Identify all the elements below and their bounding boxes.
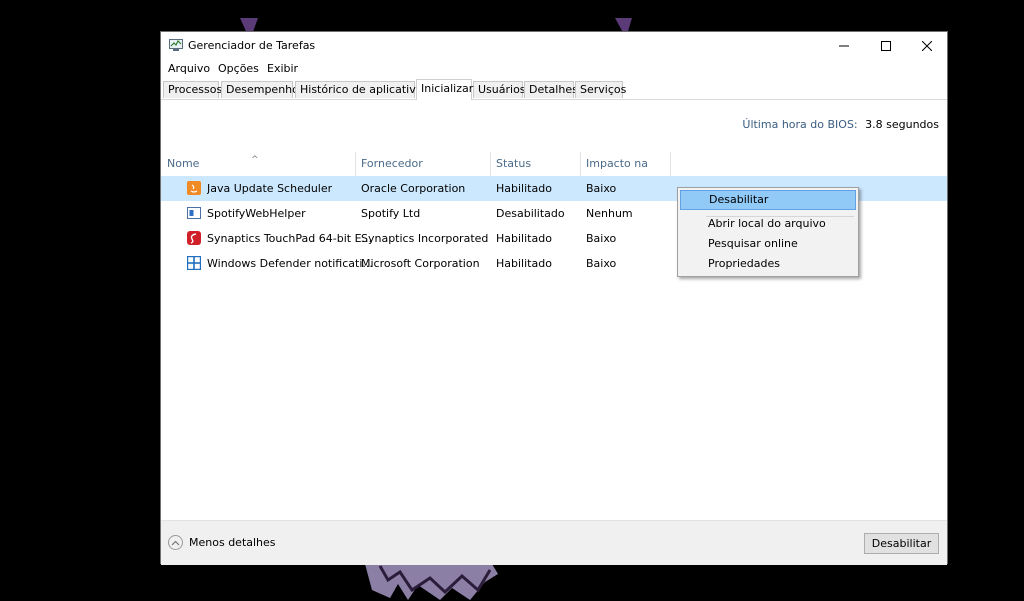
row-status: Habilitado — [496, 257, 552, 270]
java-icon — [187, 181, 201, 195]
row-impact: Baixo — [586, 182, 617, 195]
menu-bar: Arquivo Opções Exibir — [161, 60, 947, 78]
footer-bar: Menos detalhes Desabilitar — [161, 520, 947, 565]
row-name: Synaptics TouchPad 64-bit E... — [207, 232, 373, 245]
context-menu-open-location[interactable]: Abrir local do arquivo — [680, 214, 856, 234]
row-status: Habilitado — [496, 182, 552, 195]
tab-processos[interactable]: Processos — [163, 81, 222, 98]
context-menu-properties[interactable]: Propriedades — [680, 254, 856, 274]
fewer-details-label: Menos detalhes — [189, 536, 276, 549]
windows-defender-icon — [187, 256, 201, 270]
column-nome[interactable]: ^ Nome — [161, 150, 355, 176]
column-status-label: Status — [496, 157, 532, 170]
task-manager-window: Gerenciador de Tarefas Arquivo Opções Ex… — [160, 31, 948, 565]
row-name: SpotifyWebHelper — [207, 207, 306, 220]
context-menu-search-online[interactable]: Pesquisar online — [680, 234, 856, 254]
maximize-icon — [881, 41, 891, 51]
window-title: Gerenciador de Tarefas — [188, 39, 316, 52]
minimize-icon — [839, 45, 849, 47]
row-publisher: Oracle Corporation — [361, 182, 466, 195]
chevron-up-icon — [168, 535, 183, 550]
column-fornecedor[interactable]: Fornecedor — [355, 150, 490, 176]
close-button[interactable] — [906, 32, 948, 60]
close-icon — [922, 41, 932, 51]
column-impacto[interactable]: Impacto na ini... — [580, 150, 670, 198]
column-nome-label: Nome — [167, 157, 200, 170]
tab-usuarios[interactable]: Usuários — [473, 81, 526, 98]
menu-exibir[interactable]: Exibir — [267, 62, 298, 75]
context-menu-disable[interactable]: Desabilitar — [680, 190, 856, 210]
task-manager-icon — [169, 39, 183, 51]
row-impact: Baixo — [586, 232, 617, 245]
tab-servicos[interactable]: Serviços — [575, 81, 626, 98]
title-bar[interactable]: Gerenciador de Tarefas — [161, 32, 947, 60]
column-fornecedor-label: Fornecedor — [361, 157, 423, 170]
row-status: Desabilitado — [496, 207, 565, 220]
row-name: Windows Defender notificati... — [207, 257, 373, 270]
bios-time: Última hora do BIOS: 3.8 segundos — [742, 118, 939, 131]
column-status[interactable]: Status — [490, 150, 580, 176]
menu-arquivo[interactable]: Arquivo — [168, 62, 210, 75]
row-publisher: Spotify Ltd — [361, 207, 421, 220]
context-menu: Desabilitar Abrir local do arquivo Pesqu… — [677, 187, 859, 277]
row-impact: Nenhum — [586, 207, 633, 220]
bios-value: 3.8 segundos — [865, 118, 939, 131]
row-status: Habilitado — [496, 232, 552, 245]
tab-historico[interactable]: Histórico de aplicativos — [295, 81, 428, 98]
maximize-button[interactable] — [865, 32, 907, 60]
disable-button[interactable]: Desabilitar — [864, 533, 939, 554]
synaptics-icon — [187, 231, 201, 245]
minimize-button[interactable] — [823, 32, 865, 60]
row-impact: Baixo — [586, 257, 617, 270]
tab-bar: Processos Desempenho Histórico de aplica… — [161, 79, 947, 100]
row-publisher: Microsoft Corporation — [361, 257, 480, 270]
row-publisher: Synaptics Incorporated — [361, 232, 489, 245]
menu-opcoes[interactable]: Opções — [218, 62, 259, 75]
bios-label: Última hora do BIOS: — [742, 118, 858, 131]
column-headers: ^ Nome Fornecedor Status Impacto na ini.… — [161, 150, 947, 198]
tab-inicializar[interactable]: Inicializar — [416, 79, 473, 100]
spotify-helper-icon — [187, 207, 201, 219]
tab-desempenho[interactable]: Desempenho — [221, 81, 299, 98]
sort-ascending-icon: ^ — [251, 155, 259, 165]
tab-detalhes[interactable]: Detalhes — [524, 81, 578, 98]
column-divider[interactable] — [670, 152, 671, 176]
fewer-details-toggle[interactable]: Menos detalhes — [168, 535, 276, 550]
row-name: Java Update Scheduler — [207, 182, 333, 195]
